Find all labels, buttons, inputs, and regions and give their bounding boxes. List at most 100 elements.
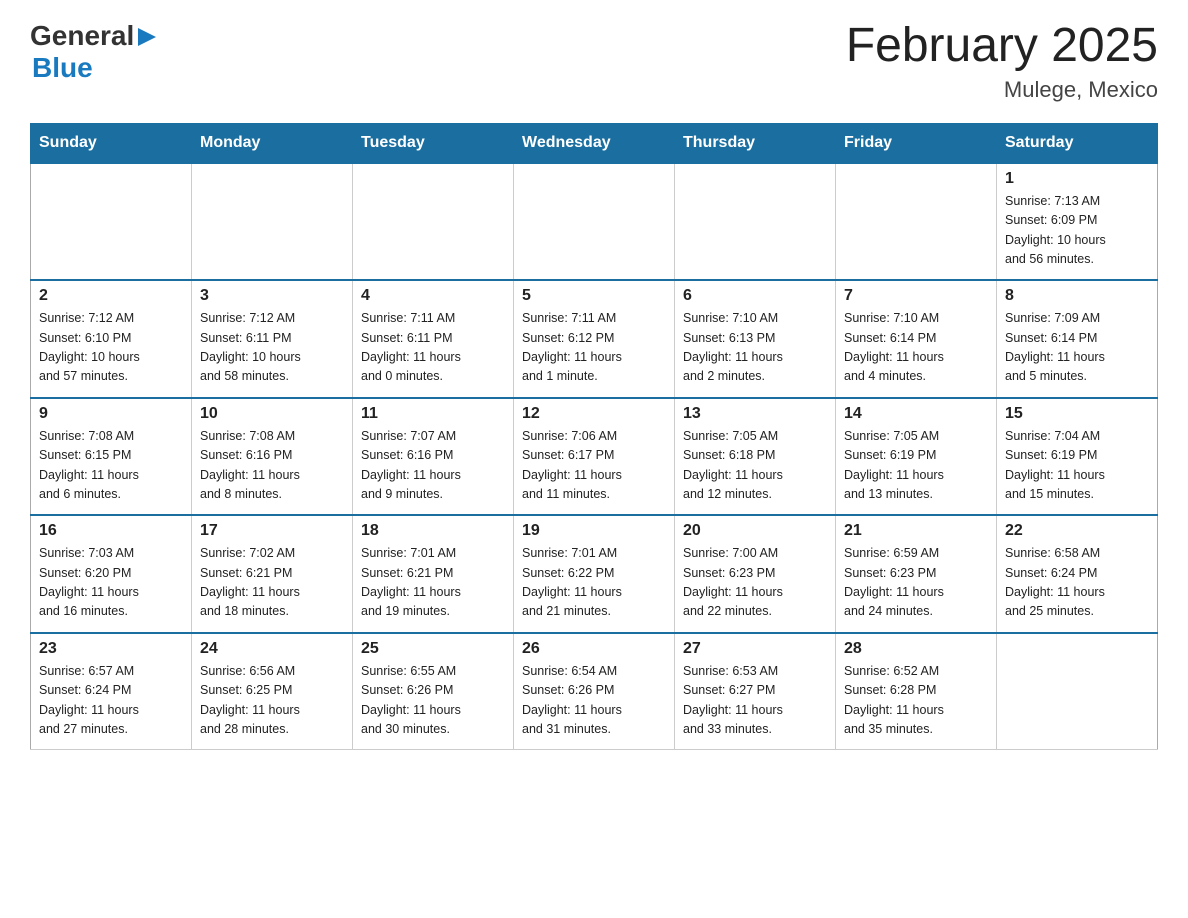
day-info: Sunrise: 7:01 AMSunset: 6:21 PMDaylight:… xyxy=(361,544,505,622)
calendar-week-row: 1 Sunrise: 7:13 AMSunset: 6:09 PMDaylight… xyxy=(31,163,1158,281)
calendar-cell: 19 Sunrise: 7:01 AMSunset: 6:22 PMDayligh… xyxy=(514,515,675,633)
day-info: Sunrise: 7:08 AMSunset: 6:15 PMDaylight:… xyxy=(39,427,183,505)
day-number: 4 xyxy=(361,287,505,305)
day-info: Sunrise: 6:52 AMSunset: 6:28 PMDaylight:… xyxy=(844,662,988,740)
weekday-header-row: SundayMondayTuesdayWednesdayThursdayFrid… xyxy=(31,123,1158,163)
day-info: Sunrise: 7:00 AMSunset: 6:23 PMDaylight:… xyxy=(683,544,827,622)
day-number: 23 xyxy=(39,640,183,658)
calendar-cell: 11 Sunrise: 7:07 AMSunset: 6:16 PMDayligh… xyxy=(353,398,514,516)
day-info: Sunrise: 6:54 AMSunset: 6:26 PMDaylight:… xyxy=(522,662,666,740)
calendar-week-row: 23 Sunrise: 6:57 AMSunset: 6:24 PMDayligh… xyxy=(31,633,1158,750)
day-info: Sunrise: 7:12 AMSunset: 6:10 PMDaylight:… xyxy=(39,309,183,387)
calendar-cell: 4Sunrise: 7:11 AMSunset: 6:11 PMDaylight… xyxy=(353,280,514,398)
calendar-cell: 13 Sunrise: 7:05 AMSunset: 6:18 PMDayligh… xyxy=(675,398,836,516)
day-info: Sunrise: 7:04 AMSunset: 6:19 PMDaylight:… xyxy=(1005,427,1149,505)
logo-general-text: General xyxy=(30,20,134,52)
day-number: 5 xyxy=(522,287,666,305)
calendar-body: 1 Sunrise: 7:13 AMSunset: 6:09 PMDaylight… xyxy=(31,163,1158,750)
calendar-cell: 17 Sunrise: 7:02 AMSunset: 6:21 PMDayligh… xyxy=(192,515,353,633)
day-info: Sunrise: 7:10 AMSunset: 6:14 PMDaylight:… xyxy=(844,309,988,387)
calendar-cell xyxy=(836,163,997,281)
calendar-cell: 22 Sunrise: 6:58 AMSunset: 6:24 PMDayligh… xyxy=(997,515,1158,633)
day-number: 25 xyxy=(361,640,505,658)
calendar-cell: 12 Sunrise: 7:06 AMSunset: 6:17 PMDayligh… xyxy=(514,398,675,516)
day-number: 27 xyxy=(683,640,827,658)
weekday-header-monday: Monday xyxy=(192,123,353,163)
day-number: 14 xyxy=(844,405,988,423)
day-info: Sunrise: 7:05 AMSunset: 6:18 PMDaylight:… xyxy=(683,427,827,505)
day-number: 26 xyxy=(522,640,666,658)
calendar-cell: 18Sunrise: 7:01 AMSunset: 6:21 PMDayligh… xyxy=(353,515,514,633)
day-info: Sunrise: 6:59 AMSunset: 6:23 PMDaylight:… xyxy=(844,544,988,622)
weekday-header-sunday: Sunday xyxy=(31,123,192,163)
day-number: 19 xyxy=(522,522,666,540)
day-info: Sunrise: 7:08 AMSunset: 6:16 PMDaylight:… xyxy=(200,427,344,505)
calendar-cell: 25Sunrise: 6:55 AMSunset: 6:26 PMDayligh… xyxy=(353,633,514,750)
calendar-cell xyxy=(514,163,675,281)
day-number: 1 xyxy=(1005,170,1149,188)
weekday-header-tuesday: Tuesday xyxy=(353,123,514,163)
day-number: 22 xyxy=(1005,522,1149,540)
weekday-header-friday: Friday xyxy=(836,123,997,163)
day-info: Sunrise: 7:02 AMSunset: 6:21 PMDaylight:… xyxy=(200,544,344,622)
logo: General Blue xyxy=(30,20,158,84)
calendar-cell: 28 Sunrise: 6:52 AMSunset: 6:28 PMDayligh… xyxy=(836,633,997,750)
calendar-cell: 21 Sunrise: 6:59 AMSunset: 6:23 PMDayligh… xyxy=(836,515,997,633)
calendar-cell: 26 Sunrise: 6:54 AMSunset: 6:26 PMDayligh… xyxy=(514,633,675,750)
day-number: 21 xyxy=(844,522,988,540)
day-number: 12 xyxy=(522,405,666,423)
weekday-header-wednesday: Wednesday xyxy=(514,123,675,163)
day-info: Sunrise: 6:58 AMSunset: 6:24 PMDaylight:… xyxy=(1005,544,1149,622)
calendar-week-row: 16Sunrise: 7:03 AMSunset: 6:20 PMDayligh… xyxy=(31,515,1158,633)
calendar-cell: 16Sunrise: 7:03 AMSunset: 6:20 PMDayligh… xyxy=(31,515,192,633)
day-number: 20 xyxy=(683,522,827,540)
day-number: 2 xyxy=(39,287,183,305)
calendar-week-row: 9 Sunrise: 7:08 AMSunset: 6:15 PMDaylight… xyxy=(31,398,1158,516)
day-number: 15 xyxy=(1005,405,1149,423)
day-info: Sunrise: 7:01 AMSunset: 6:22 PMDaylight:… xyxy=(522,544,666,622)
day-info: Sunrise: 7:07 AMSunset: 6:16 PMDaylight:… xyxy=(361,427,505,505)
calendar-cell xyxy=(31,163,192,281)
calendar-cell: 20 Sunrise: 7:00 AMSunset: 6:23 PMDayligh… xyxy=(675,515,836,633)
calendar-cell: 5 Sunrise: 7:11 AMSunset: 6:12 PMDaylight… xyxy=(514,280,675,398)
weekday-header-thursday: Thursday xyxy=(675,123,836,163)
calendar-cell: 9 Sunrise: 7:08 AMSunset: 6:15 PMDaylight… xyxy=(31,398,192,516)
day-info: Sunrise: 6:57 AMSunset: 6:24 PMDaylight:… xyxy=(39,662,183,740)
calendar-subtitle: Mulege, Mexico xyxy=(846,77,1158,103)
calendar-cell xyxy=(675,163,836,281)
calendar-cell: 8Sunrise: 7:09 AMSunset: 6:14 PMDaylight… xyxy=(997,280,1158,398)
title-block: February 2025 Mulege, Mexico xyxy=(846,20,1158,103)
day-number: 24 xyxy=(200,640,344,658)
calendar-cell: 15 Sunrise: 7:04 AMSunset: 6:19 PMDayligh… xyxy=(997,398,1158,516)
calendar-cell: 2 Sunrise: 7:12 AMSunset: 6:10 PMDaylight… xyxy=(31,280,192,398)
day-number: 13 xyxy=(683,405,827,423)
logo-arrow-icon xyxy=(136,26,158,48)
day-number: 11 xyxy=(361,405,505,423)
day-info: Sunrise: 7:05 AMSunset: 6:19 PMDaylight:… xyxy=(844,427,988,505)
calendar-cell: 3Sunrise: 7:12 AMSunset: 6:11 PMDaylight… xyxy=(192,280,353,398)
calendar-cell xyxy=(192,163,353,281)
weekday-header-saturday: Saturday xyxy=(997,123,1158,163)
day-number: 16 xyxy=(39,522,183,540)
calendar-cell xyxy=(353,163,514,281)
logo-blue-text: Blue xyxy=(32,52,93,83)
day-info: Sunrise: 7:11 AMSunset: 6:12 PMDaylight:… xyxy=(522,309,666,387)
day-info: Sunrise: 6:56 AMSunset: 6:25 PMDaylight:… xyxy=(200,662,344,740)
calendar-cell: 23 Sunrise: 6:57 AMSunset: 6:24 PMDayligh… xyxy=(31,633,192,750)
day-number: 17 xyxy=(200,522,344,540)
day-number: 10 xyxy=(200,405,344,423)
day-number: 7 xyxy=(844,287,988,305)
day-info: Sunrise: 7:10 AMSunset: 6:13 PMDaylight:… xyxy=(683,309,827,387)
day-number: 3 xyxy=(200,287,344,305)
day-info: Sunrise: 7:13 AMSunset: 6:09 PMDaylight:… xyxy=(1005,192,1149,270)
day-info: Sunrise: 6:53 AMSunset: 6:27 PMDaylight:… xyxy=(683,662,827,740)
calendar-table: SundayMondayTuesdayWednesdayThursdayFrid… xyxy=(30,123,1158,751)
day-number: 28 xyxy=(844,640,988,658)
calendar-cell: 10 Sunrise: 7:08 AMSunset: 6:16 PMDayligh… xyxy=(192,398,353,516)
day-info: Sunrise: 7:06 AMSunset: 6:17 PMDaylight:… xyxy=(522,427,666,505)
day-number: 8 xyxy=(1005,287,1149,305)
calendar-week-row: 2 Sunrise: 7:12 AMSunset: 6:10 PMDaylight… xyxy=(31,280,1158,398)
calendar-cell: 27 Sunrise: 6:53 AMSunset: 6:27 PMDayligh… xyxy=(675,633,836,750)
day-number: 9 xyxy=(39,405,183,423)
day-number: 6 xyxy=(683,287,827,305)
